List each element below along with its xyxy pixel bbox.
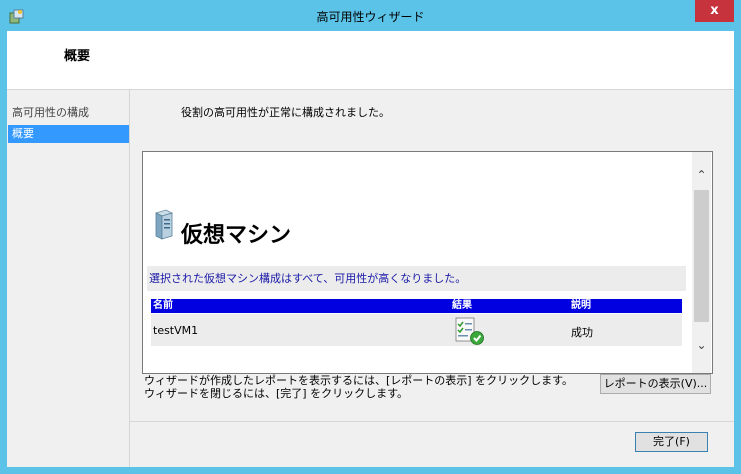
column-header-name: 名前	[153, 300, 173, 311]
success-check-icon	[455, 317, 484, 345]
report-scrollbar[interactable]: ⌃ ⌄	[692, 152, 711, 373]
sidebar-divider	[129, 90, 130, 467]
sidebar-item-summary[interactable]: 概要	[8, 125, 130, 143]
finish-button[interactable]: 完了(F)	[635, 432, 708, 452]
scroll-down-icon[interactable]: ⌄	[695, 338, 708, 352]
wizard-window: 高可用性ウィザード x 概要 高可用性の構成 概要 役割の高可用性が正常に構成さ…	[0, 0, 741, 474]
instructions-line-1: ウィザードが作成したレポートを表示するには、[レポートの表示] をクリックします…	[144, 374, 573, 387]
report-table-header: 名前 結果 説明	[151, 299, 682, 313]
scroll-thumb[interactable]	[694, 190, 709, 322]
report-pane: 仮想マシン 選択された仮想マシン構成はすべて、可用性が高くなりました。 名前 結…	[142, 151, 713, 374]
close-button[interactable]: x	[695, 0, 734, 22]
status-message: 役割の高可用性が正常に構成されました。	[181, 106, 390, 119]
column-header-description: 説明	[571, 300, 591, 311]
report-heading: 仮想マシン	[181, 223, 292, 248]
page-title: 概要	[64, 49, 91, 64]
report-summary: 選択された仮想マシン構成はすべて、可用性が高くなりました。	[147, 266, 686, 291]
report-content: 仮想マシン 選択された仮想マシン構成はすべて、可用性が高くなりました。 名前 結…	[143, 152, 692, 373]
wizard-header: 概要	[7, 31, 734, 90]
view-report-button[interactable]: レポートの表示(V)...	[600, 374, 711, 394]
wizard-content: 概要 高可用性の構成 概要 役割の高可用性が正常に構成されました。 仮想マシン …	[7, 31, 734, 467]
window-title: 高可用性ウィザード	[316, 10, 425, 24]
row-name: testVM1	[153, 324, 199, 337]
table-row: testVM1 成功	[151, 314, 682, 346]
instructions-line-2: ウィザードを閉じるには、[完了] をクリックします。	[144, 387, 408, 400]
footer-divider	[130, 421, 734, 422]
row-description: 成功	[571, 326, 593, 339]
instructions-text: ウィザードが作成したレポートを表示するには、[レポートの表示] をクリックします…	[144, 374, 573, 400]
server-icon	[154, 209, 174, 240]
wizard-steps-sidebar: 高可用性の構成 概要	[7, 90, 130, 467]
sidebar-item-configure[interactable]: 高可用性の構成	[8, 104, 130, 122]
title-bar[interactable]: 高可用性ウィザード x	[0, 0, 741, 31]
scroll-up-icon[interactable]: ⌃	[695, 168, 708, 182]
column-header-result: 結果	[452, 300, 472, 311]
